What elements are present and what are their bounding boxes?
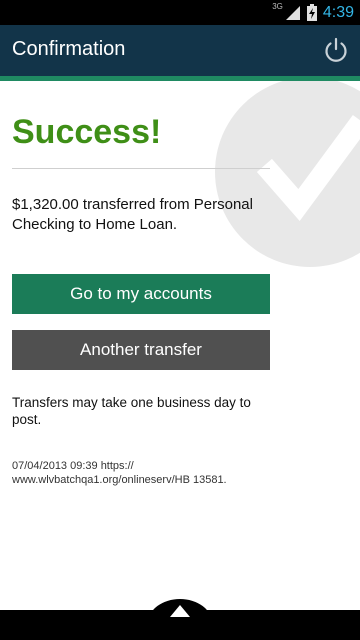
url-line: www.wlvbatchqa1.org/onlineserv/HB 13581.: [12, 474, 227, 486]
up-arrow-icon: [170, 605, 190, 617]
footer-meta: 07/04/2013 09:39 https:// www.wlvbatchqa…: [12, 459, 282, 487]
another-transfer-button[interactable]: Another transfer: [12, 330, 270, 370]
transfer-note: Transfers may take one business day to p…: [12, 395, 251, 427]
status-bar: 3G 4:39: [0, 0, 360, 25]
power-icon[interactable]: [322, 36, 350, 64]
action-bar: Confirmation: [0, 25, 360, 76]
status-icons: 3G 4:39: [268, 0, 354, 25]
signal-icon: [285, 5, 300, 20]
network-type: 3G: [272, 2, 283, 11]
go-to-accounts-button[interactable]: Go to my accounts: [12, 274, 270, 314]
success-headline: Success!: [12, 113, 162, 151]
confirmation-content: Success! $1,320.00 transferred from Pers…: [0, 81, 360, 610]
checkmark-icon: [215, 81, 360, 267]
battery-charging-icon: [306, 4, 317, 21]
timestamp-line: 07/04/2013 09:39 https://: [12, 460, 134, 472]
status-clock: 4:39: [322, 3, 354, 21]
transfer-message: $1,320.00 transferred from Personal Chec…: [12, 196, 253, 233]
page-title: Confirmation: [12, 38, 126, 60]
divider: [12, 168, 270, 169]
